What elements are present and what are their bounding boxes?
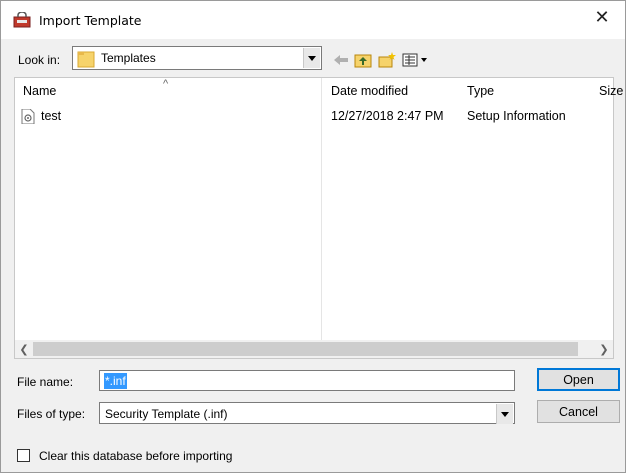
look-in-value: Templates — [101, 51, 156, 65]
files-of-type-select[interactable]: Security Template (.inf) — [99, 402, 515, 424]
new-folder-icon[interactable] — [377, 51, 397, 69]
setup-file-icon — [21, 109, 35, 124]
column-header-type[interactable]: Type — [467, 78, 494, 104]
column-header-date-modified[interactable]: Date modified — [331, 78, 408, 104]
open-button-label: Open — [563, 372, 594, 387]
up-folder-icon[interactable] — [353, 51, 373, 69]
sort-up-icon: ^ — [163, 78, 169, 90]
close-icon: ✕ — [594, 6, 610, 28]
clear-database-checkbox[interactable] — [17, 449, 30, 462]
file-list[interactable]: Name ^ Date modified Type Size test 12/2… — [14, 77, 623, 359]
title-bar: Import Template ✕ — [1, 1, 625, 39]
security-template-icon — [13, 12, 31, 28]
close-button[interactable]: ✕ — [579, 1, 625, 33]
horizontal-scrollbar[interactable]: ❮ ❯ — [15, 340, 613, 358]
file-name-input[interactable]: *.inf — [99, 370, 515, 391]
dialog-title: Import Template — [39, 13, 142, 28]
look-in-label: Look in: — [18, 53, 61, 67]
open-button[interactable]: Open — [537, 368, 620, 391]
import-template-dialog: Import Template ✕ Look in: Templates Nam… — [0, 0, 626, 473]
clear-database-label[interactable]: Clear this database before importing — [39, 449, 232, 463]
column-header-name[interactable]: Name — [23, 78, 56, 104]
file-type-cell: Setup Information — [467, 109, 566, 123]
cancel-button[interactable]: Cancel — [537, 400, 620, 423]
file-name-value: *.inf — [104, 373, 127, 389]
folder-icon — [77, 51, 95, 68]
chevron-down-icon[interactable] — [496, 404, 513, 424]
back-arrow-icon[interactable] — [331, 51, 351, 69]
file-name-cell: test — [41, 109, 62, 123]
look-in-dropdown[interactable]: Templates — [72, 46, 322, 70]
view-menu-icon[interactable] — [401, 51, 431, 69]
cancel-button-label: Cancel — [559, 404, 598, 419]
files-of-type-value: Security Template (.inf) — [105, 407, 228, 421]
file-date-cell: 12/27/2018 2:47 PM — [331, 109, 444, 123]
scroll-left-icon[interactable]: ❮ — [15, 340, 33, 358]
file-name-label: File name: — [17, 375, 74, 389]
look-in-row: Look in: Templates — [1, 39, 625, 77]
chevron-down-icon[interactable] — [303, 48, 320, 68]
files-of-type-label: Files of type: — [17, 407, 86, 421]
scroll-right-icon[interactable]: ❯ — [595, 340, 613, 358]
list-item[interactable]: test 12/27/2018 2:47 PM Setup Informatio… — [15, 105, 613, 127]
column-header-size[interactable]: Size — [599, 78, 623, 104]
scrollbar-thumb[interactable] — [33, 342, 578, 356]
